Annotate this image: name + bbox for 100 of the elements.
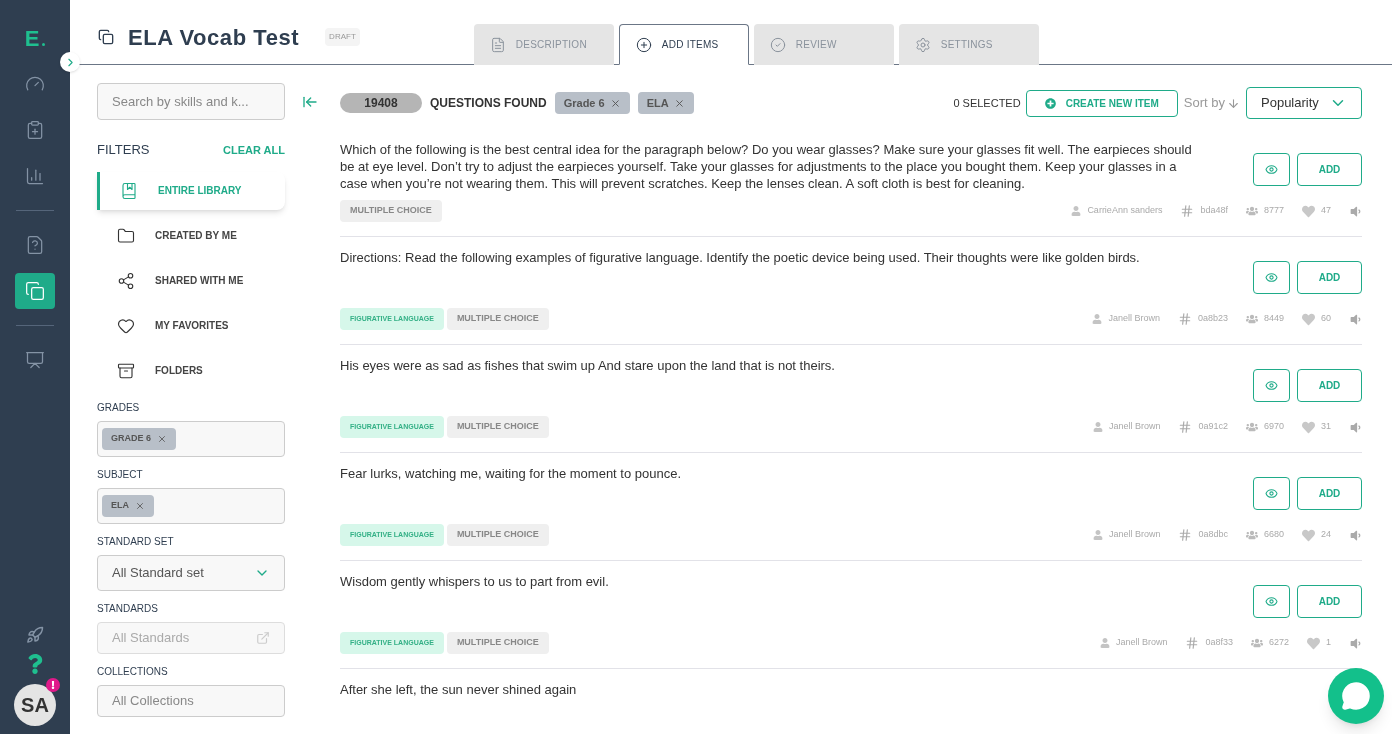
item-id: 0a8b23 bbox=[1197, 312, 1228, 326]
library-filter[interactable]: FOLDERS bbox=[97, 351, 285, 390]
expand-toggle[interactable] bbox=[60, 52, 80, 72]
heart-icon bbox=[1307, 636, 1320, 650]
hash-icon bbox=[1178, 528, 1193, 542]
question-count: 19408 bbox=[340, 93, 422, 113]
clear-all-link[interactable]: CLEAR ALL bbox=[223, 141, 285, 158]
preview-button[interactable] bbox=[1253, 476, 1290, 510]
book-icon bbox=[120, 181, 138, 200]
eye-icon bbox=[1265, 594, 1278, 608]
remove-icon[interactable] bbox=[673, 97, 685, 109]
heart-icon bbox=[117, 316, 135, 335]
tab[interactable]: SETTINGS bbox=[898, 24, 1039, 65]
library-filter[interactable]: SHARED WITH ME bbox=[97, 261, 285, 300]
question-document-icon bbox=[25, 235, 45, 255]
question-text[interactable]: Which of the following is the best central idea for the paragraph below? Do you wear glasses? Make sure your glasses fit well. The earpieces should be at eye level. Don’t try to adjust the earpieces yourself. Take your glasses for adjustments to the place you bought them. Keep your glasses in a case when you’re not wearing them. This will prevent scratches. Keep the lenses clean. A soft cloth is best for cleaning. bbox=[340, 141, 1193, 192]
share-icon bbox=[117, 271, 135, 290]
filter-chip[interactable]: ELA bbox=[102, 494, 154, 517]
tab[interactable]: REVIEW bbox=[753, 24, 894, 65]
tab[interactable]: ADD ITEMS bbox=[618, 24, 749, 65]
sort-label: Sort by bbox=[1183, 94, 1225, 113]
preview-button[interactable] bbox=[1253, 368, 1290, 402]
search-field[interactable]: Search by skills and k... bbox=[97, 83, 285, 120]
item-id: 0a8f33 bbox=[1205, 636, 1233, 650]
usage-count: 6272 bbox=[1268, 636, 1289, 650]
arrow-down-icon[interactable] bbox=[1227, 96, 1240, 110]
speaker-icon bbox=[1349, 204, 1362, 218]
heart-icon bbox=[1302, 528, 1315, 542]
user-avatar[interactable]: SA bbox=[14, 684, 56, 726]
question-type-tag: MULTIPLE CHOICE bbox=[446, 632, 549, 654]
archive-icon bbox=[117, 361, 135, 380]
sort-select[interactable]: Popularity bbox=[1246, 87, 1362, 119]
question-text[interactable]: Fear lurks, watching me, waiting for the moment to pounce. bbox=[340, 465, 682, 482]
add-button[interactable]: ADD bbox=[1297, 476, 1362, 510]
preview-button[interactable] bbox=[1253, 584, 1290, 618]
item-id: 0a91c2 bbox=[1198, 420, 1228, 434]
library-filter[interactable]: MY FAVORITES bbox=[97, 306, 285, 345]
selected-count: 0 SELECTED bbox=[953, 95, 1021, 111]
question-text[interactable]: Directions: Read the following examples of figurative language. Identify the poetic device being used. Their thoughts were like golden birds. bbox=[340, 249, 1140, 266]
add-button[interactable]: ADD bbox=[1297, 584, 1362, 618]
select-field[interactable]: All Standard set bbox=[97, 554, 285, 591]
preview-button[interactable] bbox=[1253, 260, 1290, 294]
hash-icon bbox=[1180, 204, 1195, 218]
users-icon bbox=[1245, 529, 1258, 541]
usage-count: 8777 bbox=[1263, 204, 1284, 218]
filters-heading: FILTERS bbox=[97, 141, 150, 159]
like-count: 31 bbox=[1321, 420, 1331, 434]
collections-field[interactable]: All Collections bbox=[97, 684, 285, 717]
eye-icon bbox=[1265, 486, 1278, 500]
tag-input-field[interactable]: ELA bbox=[97, 487, 285, 524]
remove-icon[interactable] bbox=[609, 97, 621, 109]
users-icon bbox=[1245, 313, 1258, 325]
chat-button[interactable] bbox=[1328, 668, 1384, 724]
field-label: STANDARDS bbox=[97, 601, 159, 616]
tab[interactable]: DESCRIPTION bbox=[473, 24, 614, 65]
remove-icon[interactable] bbox=[157, 433, 167, 444]
heart-icon bbox=[1302, 312, 1315, 326]
speaker-icon bbox=[1349, 312, 1362, 326]
preview-button[interactable] bbox=[1253, 152, 1290, 186]
author-name: CarrieAnn sanders bbox=[1087, 204, 1163, 218]
remove-icon[interactable] bbox=[135, 500, 145, 511]
like-count: 24 bbox=[1321, 528, 1331, 542]
tag-input-field[interactable]: GRADE 6 bbox=[97, 420, 285, 457]
filter-chip[interactable]: ELA bbox=[637, 92, 694, 114]
nav-item[interactable] bbox=[15, 273, 55, 309]
question-text[interactable]: Wisdom gently whispers to us to part from evil. bbox=[340, 573, 609, 590]
test-icon bbox=[98, 29, 114, 45]
settings-icon bbox=[914, 36, 931, 53]
question-type-tag: MULTIPLE CHOICE bbox=[446, 524, 549, 546]
filter-chip[interactable]: Grade 6 bbox=[554, 92, 630, 114]
test-title: ELA Vocab Test bbox=[128, 23, 300, 52]
add-button[interactable]: ADD bbox=[1297, 368, 1362, 402]
check-icon bbox=[769, 36, 786, 53]
library-filter[interactable]: ENTIRE LIBRARY bbox=[97, 171, 285, 210]
add-button[interactable]: ADD bbox=[1297, 260, 1362, 294]
question-text[interactable]: His eyes were as sad as fishes that swim up And stare upon the land that is not theirs. bbox=[340, 357, 835, 374]
create-new-item-button[interactable]: CREATE NEW ITEM bbox=[1025, 89, 1178, 117]
bar-chart-icon bbox=[25, 166, 45, 186]
eye-icon bbox=[1265, 162, 1278, 176]
question-type-tag: MULTIPLE CHOICE bbox=[446, 416, 549, 438]
status-label: DRAFT bbox=[325, 28, 360, 46]
eye-icon bbox=[1265, 270, 1278, 284]
add-button[interactable]: ADD bbox=[1297, 152, 1362, 186]
rocket-button[interactable] bbox=[26, 626, 44, 644]
field-label: GRADES bbox=[97, 400, 141, 415]
hash-icon bbox=[1185, 636, 1200, 650]
folder-icon bbox=[117, 226, 135, 245]
standards-field[interactable]: All Standards bbox=[97, 621, 285, 654]
board-icon bbox=[25, 350, 45, 370]
field-label: SUBJECT bbox=[97, 467, 144, 482]
author-icon bbox=[1071, 206, 1082, 216]
usage-count: 6970 bbox=[1263, 420, 1284, 434]
question-text[interactable]: After she left, the sun never shined again bbox=[340, 681, 577, 698]
logo[interactable]: E bbox=[24, 22, 40, 55]
like-count: 1 bbox=[1326, 636, 1331, 650]
filter-chip[interactable]: GRADE 6 bbox=[102, 427, 176, 450]
library-filter[interactable]: CREATED BY ME bbox=[97, 216, 285, 255]
author-icon bbox=[1092, 530, 1103, 540]
plus-icon bbox=[635, 36, 652, 53]
questions-found-label: QUESTIONS FOUND bbox=[430, 95, 547, 112]
